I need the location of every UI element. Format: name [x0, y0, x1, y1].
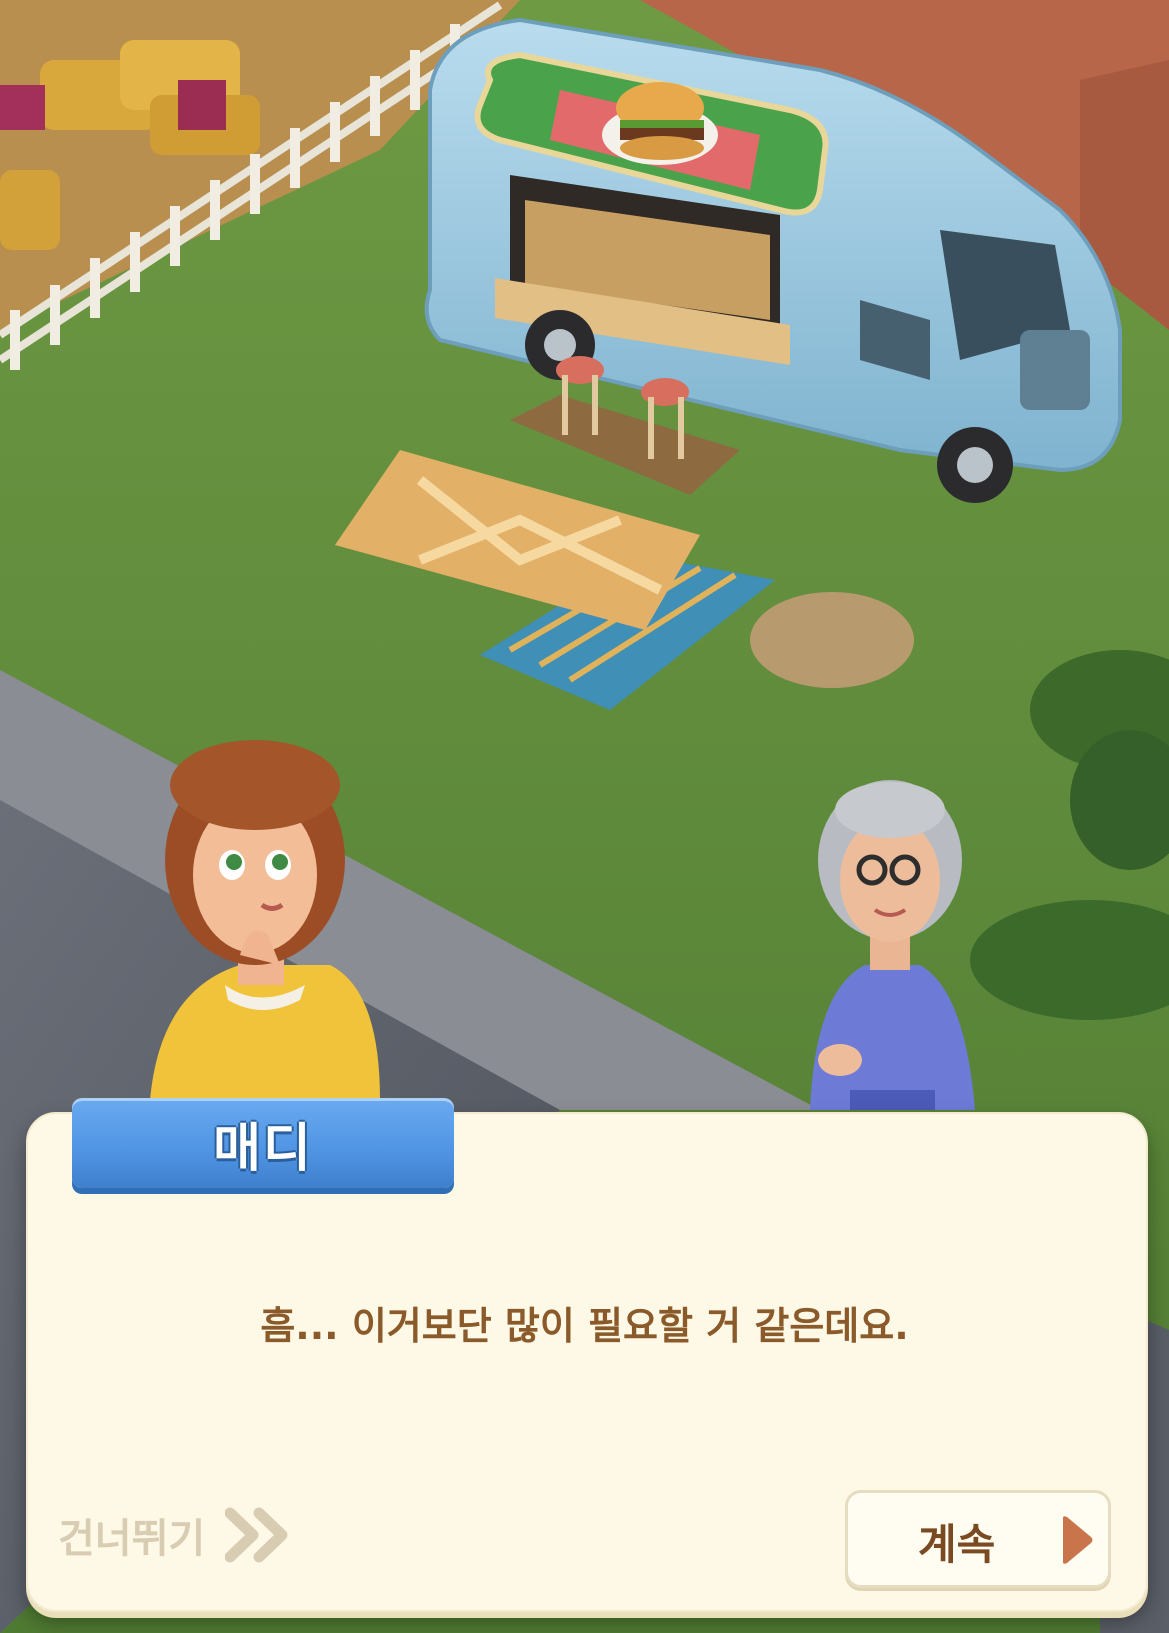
- continue-button[interactable]: 계속: [845, 1490, 1111, 1588]
- speaker-name: 매디: [213, 1118, 313, 1179]
- round-mat: [750, 592, 914, 688]
- speaker-name-tag: 매디: [72, 1098, 454, 1188]
- dialog-message: 흠... 이거보단 많이 필요할 거 같은데요.: [260, 1304, 909, 1348]
- play-triangle-icon: [1063, 1516, 1093, 1564]
- skip-button[interactable]: 건너뛰기: [58, 1505, 295, 1565]
- double-chevron-right-icon: [225, 1507, 288, 1563]
- skip-label: 건너뛰기: [58, 1516, 206, 1562]
- continue-label: 계속: [918, 1520, 996, 1569]
